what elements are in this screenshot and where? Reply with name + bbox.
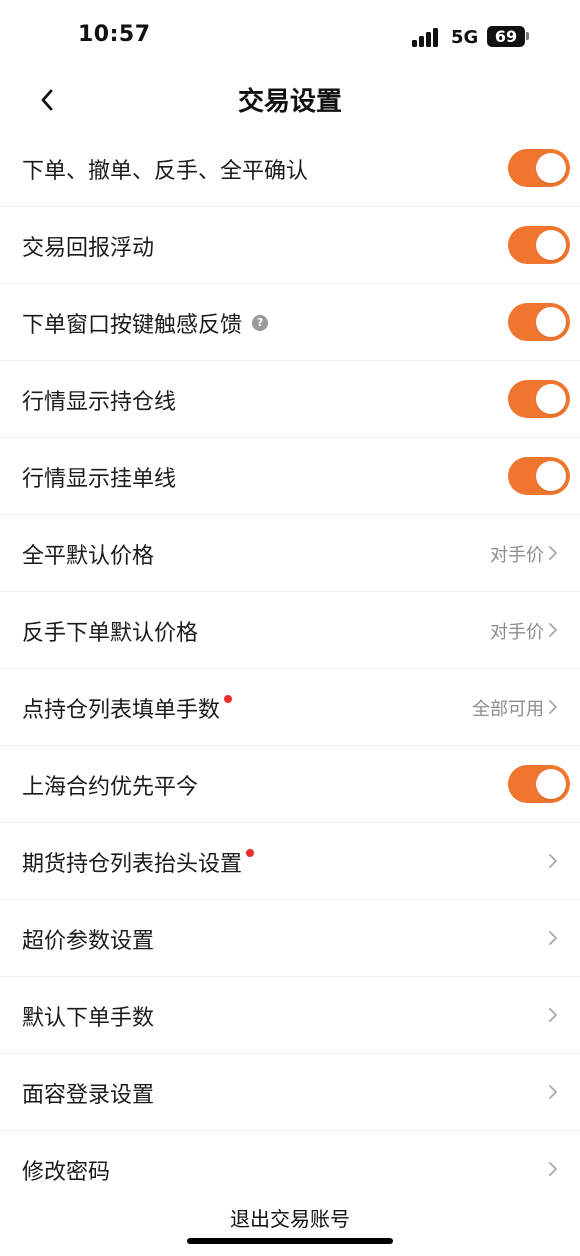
new-badge-dot xyxy=(224,694,233,703)
setting-label-wrap: 期货持仓列表抬头设置 xyxy=(22,823,255,900)
setting-label: 交易回报浮动 xyxy=(22,235,155,261)
setting-row[interactable]: 下单、撤单、反手、全平确认 xyxy=(0,130,580,207)
setting-row[interactable]: 默认下单手数 xyxy=(0,977,580,1054)
setting-label: 反手下单默认价格 xyxy=(22,620,199,646)
setting-label-wrap: 点持仓列表填单手数 xyxy=(22,669,233,746)
toggle-knob xyxy=(536,769,566,799)
setting-row[interactable]: 面容登录设置 xyxy=(0,1054,580,1131)
setting-label-wrap: 上海合约优先平今 xyxy=(22,746,198,823)
toggle-switch[interactable] xyxy=(508,226,570,264)
setting-label: 期货持仓列表抬头设置 xyxy=(22,851,243,877)
setting-row[interactable]: 交易回报浮动 xyxy=(0,207,580,284)
chevron-right-icon xyxy=(549,931,557,945)
signal-strength-icon xyxy=(412,27,440,47)
setting-label-wrap: 交易回报浮动 xyxy=(22,207,154,284)
setting-label-wrap: 面容登录设置 xyxy=(22,1054,154,1131)
bottom-area: 退出交易账号 xyxy=(0,1182,580,1256)
setting-label-wrap: 下单、撤单、反手、全平确认 xyxy=(22,130,308,207)
network-type: 5G xyxy=(451,27,479,48)
setting-row[interactable]: 全平默认价格 对手价 xyxy=(0,515,580,592)
setting-label: 行情显示持仓线 xyxy=(22,389,177,415)
setting-label: 超价参数设置 xyxy=(22,928,155,954)
toggle-switch[interactable] xyxy=(508,380,570,418)
setting-label: 面容登录设置 xyxy=(22,1082,155,1108)
setting-value-wrap: 对手价 xyxy=(490,515,552,592)
setting-label-wrap: 全平默认价格 xyxy=(22,515,154,592)
setting-value: 全部可用 xyxy=(472,698,544,720)
chevron-right-icon xyxy=(549,1008,557,1022)
settings-list: 下单、撤单、反手、全平确认 交易回报浮动下单窗口按键触感反馈? 行情显示持仓线 行情显… xyxy=(0,130,580,1182)
setting-label: 点持仓列表填单手数 xyxy=(22,697,221,723)
toggle-knob xyxy=(536,307,566,337)
toggle-knob xyxy=(536,384,566,414)
setting-label-wrap: 行情显示持仓线 xyxy=(22,361,176,438)
setting-label: 全平默认价格 xyxy=(22,543,155,569)
home-indicator xyxy=(187,1238,393,1244)
setting-row[interactable]: 点持仓列表填单手数 全部可用 xyxy=(0,669,580,746)
setting-label: 修改密码 xyxy=(22,1159,111,1183)
setting-label-wrap: 行情显示挂单线 xyxy=(22,438,176,515)
setting-row[interactable]: 行情显示挂单线 xyxy=(0,438,580,515)
setting-row[interactable]: 行情显示持仓线 xyxy=(0,361,580,438)
setting-row[interactable]: 修改密码 xyxy=(0,1131,580,1182)
setting-label: 上海合约优先平今 xyxy=(22,774,199,800)
setting-label: 行情显示挂单线 xyxy=(22,466,177,492)
setting-value-wrap: 全部可用 xyxy=(472,669,552,746)
toggle-switch[interactable] xyxy=(508,765,570,803)
chevron-right-icon xyxy=(549,1162,557,1176)
status-time: 10:57 xyxy=(78,22,151,47)
setting-row[interactable]: 超价参数设置 xyxy=(0,900,580,977)
setting-label-wrap: 修改密码 xyxy=(22,1131,111,1183)
setting-label-wrap: 反手下单默认价格 xyxy=(22,592,198,669)
new-badge-dot xyxy=(246,848,255,857)
setting-label-wrap: 超价参数设置 xyxy=(22,900,154,977)
setting-row[interactable]: 下单窗口按键触感反馈? xyxy=(0,284,580,361)
setting-value-wrap: 对手价 xyxy=(490,592,552,669)
chevron-right-icon xyxy=(549,1085,557,1099)
logout-button[interactable]: 退出交易账号 xyxy=(0,1203,580,1232)
setting-row[interactable]: 上海合约优先平今 xyxy=(0,746,580,823)
setting-label-wrap: 下单窗口按键触感反馈? xyxy=(22,284,269,361)
chevron-right-icon xyxy=(549,546,557,560)
battery-icon: 69 xyxy=(487,26,525,47)
setting-row[interactable]: 反手下单默认价格 对手价 xyxy=(0,592,580,669)
toggle-knob xyxy=(536,230,566,260)
chevron-right-icon xyxy=(549,700,557,714)
page-title: 交易设置 xyxy=(237,87,342,117)
setting-label-wrap: 默认下单手数 xyxy=(22,977,154,1054)
toggle-knob xyxy=(536,461,566,491)
chevron-right-icon xyxy=(549,854,557,868)
battery-cap xyxy=(526,32,529,40)
toggle-switch[interactable] xyxy=(508,457,570,495)
toggle-switch[interactable] xyxy=(508,303,570,341)
toggle-knob xyxy=(536,153,566,183)
setting-label: 下单、撤单、反手、全平确认 xyxy=(22,158,309,184)
setting-label: 默认下单手数 xyxy=(22,1005,155,1031)
setting-value: 对手价 xyxy=(490,621,544,643)
help-icon[interactable]: ? xyxy=(252,314,269,331)
setting-label: 下单窗口按键触感反馈 xyxy=(22,312,243,338)
setting-row[interactable]: 期货持仓列表抬头设置 xyxy=(0,823,580,900)
chevron-right-icon xyxy=(549,623,557,637)
setting-value: 对手价 xyxy=(490,544,544,566)
nav-bar: 交易设置 xyxy=(0,72,580,130)
status-bar: 10:57 5G 69 xyxy=(0,0,580,72)
toggle-switch[interactable] xyxy=(508,149,570,187)
